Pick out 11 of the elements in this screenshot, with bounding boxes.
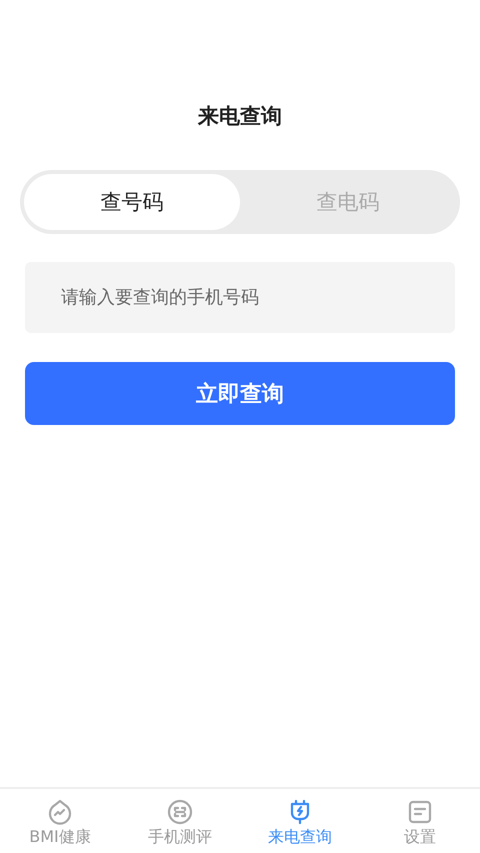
nav-item[interactable]: 设置 [404,827,436,847]
nav-item[interactable]: 手机测评 [148,827,212,847]
tab[interactable]: 查号码 [24,174,240,230]
page-title: 来电查询 [196,103,283,130]
scan-face-icon [167,799,193,825]
nav-item[interactable]: 来电查询 [268,827,332,847]
nav-item[interactable]: BMI健康 [29,827,91,847]
document-icon [407,799,433,825]
phone-input-field[interactable]: 请输入要查询的手机号码 [25,262,455,333]
tab[interactable]: 查电码 [240,174,456,230]
query-button[interactable]: 立即查询 [25,362,455,425]
